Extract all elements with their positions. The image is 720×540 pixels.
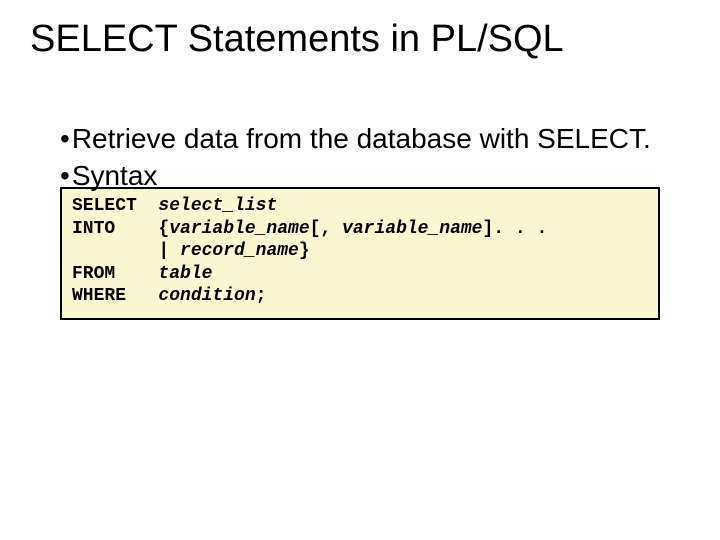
code-kw-select: SELECT: [72, 196, 158, 216]
code-condition: condition: [158, 286, 255, 306]
syntax-code-box: SELECT select_list INTO {variable_name[,…: [60, 187, 660, 320]
code-kw-where: WHERE: [72, 286, 158, 306]
code-l3-pre: |: [72, 241, 180, 261]
code-sep: [,: [310, 219, 342, 239]
code-kw-from: FROM: [72, 264, 158, 284]
bullet-2-text: Syntax: [72, 160, 158, 191]
code-kw-into: INTO {: [72, 219, 169, 239]
code-l3-end: }: [299, 241, 310, 261]
code-l5-end: ;: [256, 286, 267, 306]
code-variable-name-2: variable_name: [342, 219, 482, 239]
code-table: table: [158, 264, 212, 284]
content-area: •Retrieve data from the database with SE…: [0, 61, 720, 320]
bullet-1-text: Retrieve data from the database with SEL…: [72, 123, 651, 154]
code-record-name: record_name: [180, 241, 299, 261]
code-select-list: select_list: [158, 196, 277, 216]
code-l2-end: ]. . .: [483, 219, 548, 239]
code-variable-name-1: variable_name: [169, 219, 309, 239]
bullet-dot-icon: •: [60, 121, 70, 156]
bullet-1: •Retrieve data from the database with SE…: [60, 121, 660, 156]
bullet-dot-icon: •: [60, 158, 70, 193]
page-title: SELECT Statements in PL/SQL: [0, 0, 720, 61]
